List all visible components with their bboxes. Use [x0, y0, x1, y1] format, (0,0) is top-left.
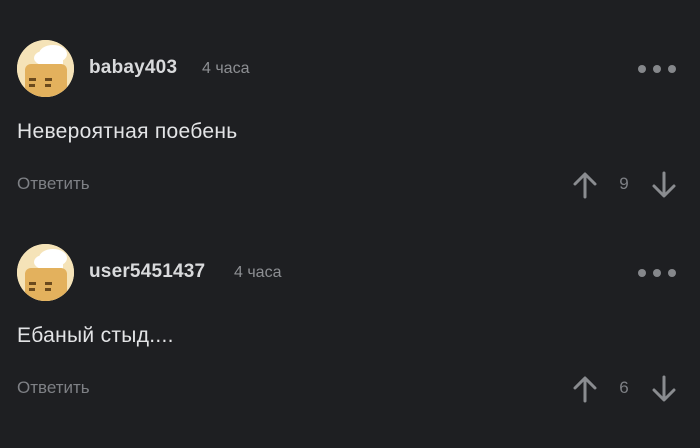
- rating-count: 6: [619, 378, 629, 397]
- dot: [653, 65, 661, 73]
- dot: [638, 269, 646, 277]
- timestamp: 4 часа: [234, 264, 282, 281]
- downvote-arrow-icon[interactable]: [651, 171, 677, 199]
- reply-button[interactable]: Ответить: [17, 174, 90, 194]
- dot: [638, 65, 646, 73]
- avatar[interactable]: [17, 40, 74, 97]
- upvote-arrow-icon[interactable]: [572, 375, 598, 403]
- username[interactable]: user5451437: [89, 261, 205, 283]
- reply-button[interactable]: Ответить: [17, 378, 90, 398]
- dot: [668, 269, 676, 277]
- more-options-icon[interactable]: [638, 266, 676, 280]
- avatar[interactable]: [17, 244, 74, 301]
- timestamp: 4 часа: [202, 60, 250, 77]
- upvote-arrow-icon[interactable]: [572, 171, 598, 199]
- downvote-arrow-icon[interactable]: [651, 375, 677, 403]
- dot: [653, 269, 661, 277]
- rating-count: 9: [619, 174, 629, 193]
- username[interactable]: babay403: [89, 57, 177, 79]
- comment-text: Ебаный стыд....: [17, 324, 174, 347]
- comment-text: Невероятная поебень: [17, 120, 238, 143]
- dot: [668, 65, 676, 73]
- chef-bread-avatar-icon: [17, 244, 74, 301]
- chef-bread-avatar-icon: [17, 40, 74, 97]
- more-options-icon[interactable]: [638, 62, 676, 76]
